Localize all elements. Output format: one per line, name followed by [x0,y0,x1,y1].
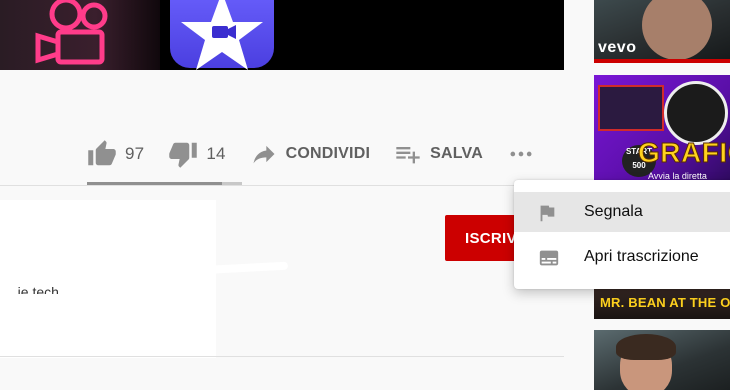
save-label: SALVA [430,145,483,162]
thumbs-down-icon [169,142,198,168]
save-button[interactable]: SALVA [394,140,483,168]
video-player[interactable] [0,0,564,70]
recommended-video-thumbnail[interactable]: vevo [594,0,730,63]
thumbs-up-icon [88,140,116,166]
transcript-icon [536,247,562,274]
playlist-add-icon [396,147,420,164]
more-actions-menu: Segnala Apri trascrizione [514,180,730,289]
video-actions-bar: 97 14 CONDIVIDI SALVA [87,132,535,176]
like-button[interactable]: 97 [87,139,144,169]
recommended-video-thumbnail[interactable]: START500 GRAFIC Avvia la diretta [594,75,730,185]
dislike-button[interactable]: 14 [168,139,225,169]
menu-item-label: Segnala [584,203,643,220]
like-count: 97 [125,144,145,163]
thumbnail-title: GRAFIC [637,137,730,169]
flag-icon [536,202,558,229]
share-label: CONDIVIDI [285,145,371,162]
divider [0,356,564,357]
watched-progress-bar [594,59,730,63]
subscribe-label: ISCRIV [465,229,517,247]
redacted-channel-info [0,200,216,358]
more-horizontal-icon [510,151,532,157]
thumbnail-title: MR. BEAN AT THE OLYMPIC [600,295,730,310]
menu-item-label: Apri trascrizione [584,248,699,265]
thumbnail-screen [598,85,664,131]
channel-description-partial: ...ie tech [6,284,59,294]
share-arrow-icon [253,145,275,164]
more-actions-button[interactable] [507,140,535,168]
movie-camera-icon [35,0,108,65]
recommended-video-thumbnail[interactable] [594,330,730,390]
divider [0,185,564,186]
star-icon [181,0,263,70]
thumbnail-person-hair [616,334,676,360]
vevo-badge: vevo [598,39,637,56]
menu-item-open-transcript[interactable]: Apri trascrizione [514,237,730,277]
share-button[interactable]: CONDIVIDI [250,140,370,168]
recommended-video-thumbnail[interactable]: MR. BEAN AT THE OLYMPIC [594,285,730,319]
dislike-count: 14 [206,144,226,163]
obs-logo-icon [664,81,728,145]
menu-item-report[interactable]: Segnala [514,192,730,232]
thumbnail-person [642,0,712,60]
